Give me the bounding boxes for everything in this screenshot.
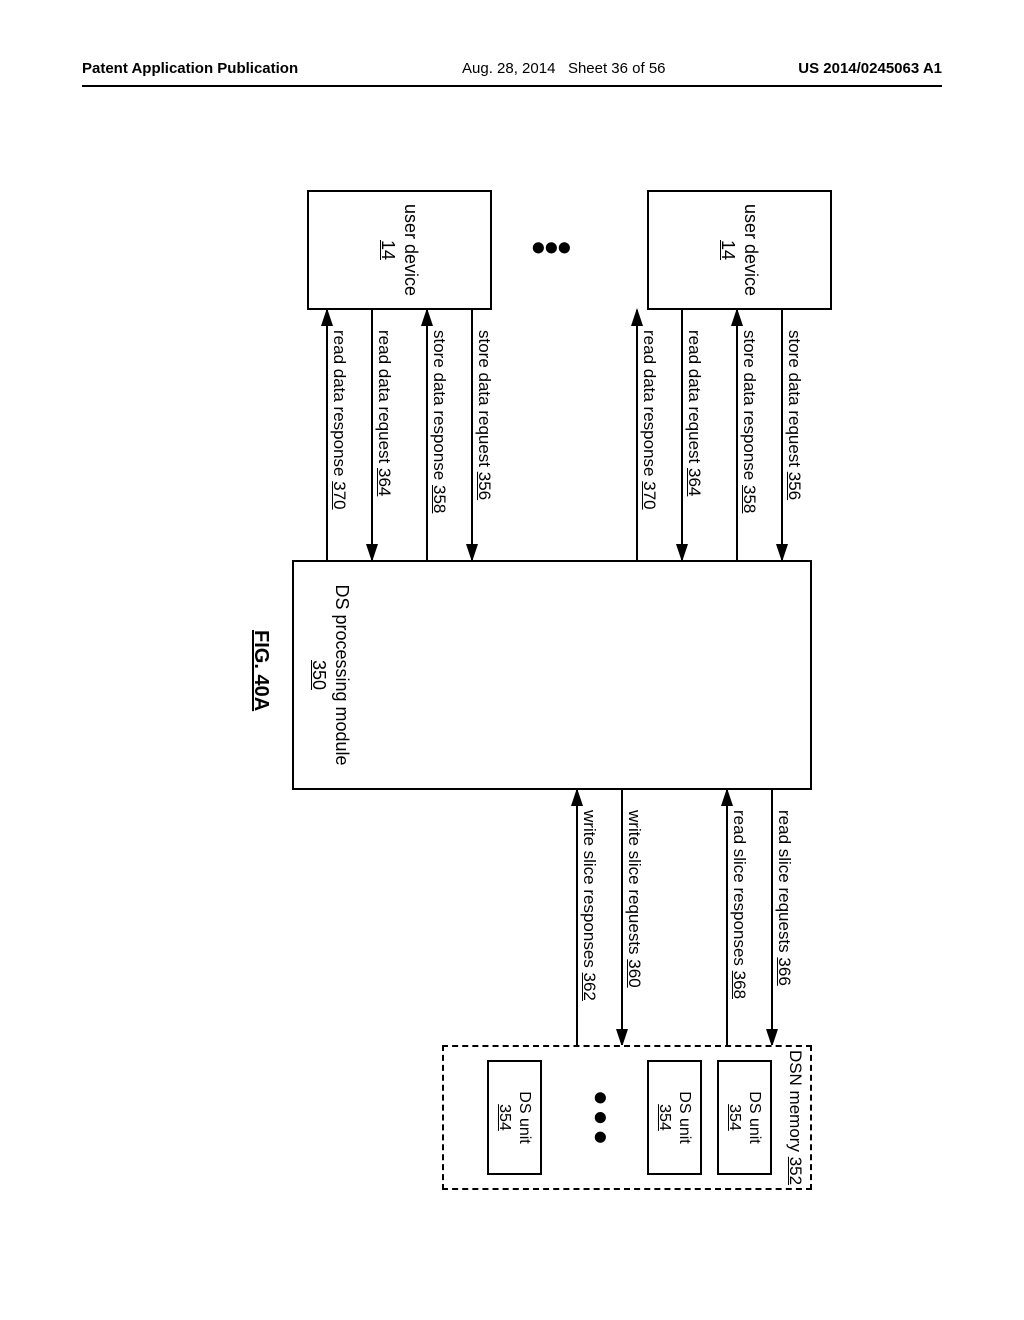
- header-date-sheet: Aug. 28, 2014 Sheet 36 of 56: [462, 60, 666, 77]
- ds-unit-label-2: DS unit 354: [655, 1091, 695, 1143]
- arrow-label-l3: read data request 364: [684, 330, 704, 496]
- arrow-text: store data request: [785, 330, 804, 467]
- arrow-text: store data response: [430, 330, 449, 480]
- arrow-ref: 370: [640, 481, 659, 509]
- user-device-text: user device: [741, 204, 761, 296]
- arrow-label-l8: read data response 370: [329, 330, 349, 510]
- arrow-ref: 362: [580, 973, 599, 1001]
- ds-unit-ref: 354: [727, 1104, 744, 1131]
- ds-unit-text: DS unit: [677, 1091, 694, 1143]
- arrow-ref: 364: [375, 468, 394, 496]
- header-rule: [82, 85, 942, 87]
- user-device-box-1: user device 14: [647, 190, 832, 310]
- figure-label: FIG. 40A: [249, 630, 272, 711]
- arrow-label-l2: store data response 358: [739, 330, 759, 513]
- user-device-ref: 14: [719, 240, 739, 260]
- figure-label-text: FIG. 40A: [250, 630, 272, 711]
- user-device-text-2: user device: [401, 204, 421, 296]
- arrow-text: store data response: [740, 330, 759, 480]
- user-device-ref-2: 14: [379, 240, 399, 260]
- arrow-label-r3: write slice requests 360: [624, 810, 644, 988]
- dsn-memory-text: DSN memory: [786, 1050, 805, 1152]
- ds-unit-box-1: DS unit 354: [717, 1060, 772, 1175]
- page-header: Patent Application Publication Aug. 28, …: [82, 60, 942, 87]
- arrow-label-l7: read data request 364: [374, 330, 394, 496]
- diagram: user device 14 ●●● user device 14 store …: [192, 190, 832, 1240]
- ds-processing-module-box: DS processing module 350: [292, 560, 812, 790]
- arrow-label-l1: store data request 356: [784, 330, 804, 500]
- dsn-memory-ref: 352: [786, 1157, 805, 1185]
- ds-unit-text: DS unit: [747, 1091, 764, 1143]
- arrow-ref: 360: [625, 959, 644, 987]
- user-device-label-1: user device 14: [717, 204, 762, 296]
- arrow-text: read slice requests: [775, 810, 794, 953]
- ds-processing-text: DS processing module: [332, 584, 352, 765]
- arrow-ref: 370: [330, 481, 349, 509]
- arrow-label-r1: read slice requests 366: [774, 810, 794, 986]
- arrow-ref: 368: [730, 971, 749, 999]
- arrow-text: store data request: [475, 330, 494, 467]
- arrow-ref: 366: [775, 957, 794, 985]
- ds-unit-ref: 354: [657, 1104, 674, 1131]
- arrow-label-l5: store data request 356: [474, 330, 494, 500]
- header-date: Aug. 28, 2014: [462, 60, 555, 77]
- arrow-label-r2: read slice responses 368: [729, 810, 749, 999]
- ds-unit-box-2: DS unit 354: [647, 1060, 702, 1175]
- header-docnum: US 2014/0245063 A1: [798, 60, 942, 77]
- arrow-text: read slice responses: [730, 810, 749, 966]
- arrow-ref: 356: [785, 472, 804, 500]
- arrow-text: write slice responses: [580, 810, 599, 968]
- arrow-ref: 356: [475, 472, 494, 500]
- ds-unit-ref: 354: [497, 1104, 514, 1131]
- ds-unit-label-1: DS unit 354: [725, 1091, 765, 1143]
- ds-unit-text: DS unit: [517, 1091, 534, 1143]
- arrow-text: read data response: [640, 330, 659, 477]
- ellipsis-ds-units: ●●●: [586, 1090, 617, 1149]
- user-device-label-2: user device 14: [377, 204, 422, 296]
- arrow-text: read data request: [685, 330, 704, 463]
- dsn-memory-label: DSN memory 352: [785, 1050, 806, 1185]
- user-device-box-2: user device 14: [307, 190, 492, 310]
- ds-processing-label: DS processing module 350: [308, 584, 353, 765]
- header-sheet: Sheet 36 of 56: [568, 60, 666, 77]
- arrow-label-r4: write slice responses 362: [579, 810, 599, 1001]
- arrow-ref: 358: [430, 485, 449, 513]
- ds-unit-label-3: DS unit 354: [495, 1091, 535, 1143]
- arrow-text: write slice requests: [625, 810, 644, 955]
- arrow-ref: 358: [740, 485, 759, 513]
- page: Patent Application Publication Aug. 28, …: [82, 60, 942, 1260]
- ds-processing-ref: 350: [310, 660, 330, 690]
- arrow-text: read data response: [330, 330, 349, 477]
- arrow-label-l6: store data response 358: [429, 330, 449, 513]
- ds-unit-box-3: DS unit 354: [487, 1060, 542, 1175]
- ellipsis-user-devices: ●●●: [533, 240, 572, 256]
- header-publication: Patent Application Publication: [82, 60, 298, 77]
- arrow-text: read data request: [375, 330, 394, 463]
- arrow-ref: 364: [685, 468, 704, 496]
- arrow-label-l4: read data response 370: [639, 330, 659, 510]
